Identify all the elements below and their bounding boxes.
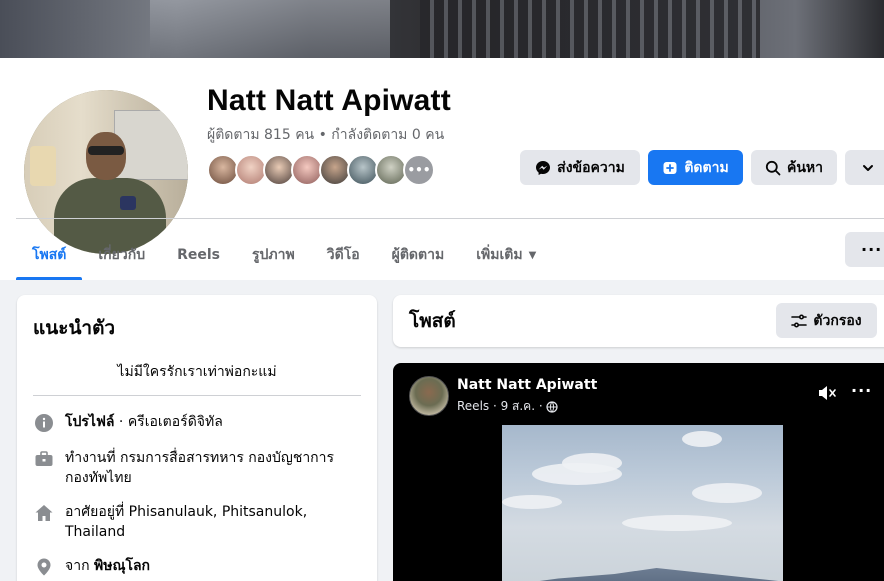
follower-avatar[interactable]: ••• [403, 154, 435, 186]
follow-button-label: ติดตาม [684, 159, 729, 176]
tab-photos[interactable]: รูปภาพ [236, 230, 311, 280]
filter-button[interactable]: ตัวกรอง [776, 303, 877, 338]
briefcase-icon [33, 448, 55, 470]
caret-down-icon: ▼ [528, 249, 537, 261]
tab-more[interactable]: เพิ่มเติม ▼ [460, 230, 552, 280]
tab-followers[interactable]: ผู้ติดตาม [376, 230, 461, 280]
tab-posts[interactable]: โพสต์ [16, 230, 83, 280]
follow-button[interactable]: ติดตาม [648, 150, 743, 185]
filter-icon [791, 313, 808, 328]
intro-title: แนะนำตัว [33, 317, 116, 339]
message-button-label: ส่งข้อความ [557, 159, 625, 176]
info-from: จาก พิษณุโลก [33, 556, 361, 578]
intro-bio: ไม่มีใครรักเราเท่าพ่อกะแม่ [33, 361, 361, 396]
follow-plus-icon [663, 161, 677, 174]
post-author-name[interactable]: Natt Natt Apiwatt [457, 377, 597, 393]
search-button-label: ค้นหา [786, 159, 824, 176]
info-profile-category: · ครีเอเตอร์ดิจิทัล [114, 414, 223, 430]
profile-tabs: โพสต์ เกี่ยวกับ Reels รูปภาพ วิดีโอ ผู้ต… [16, 230, 552, 280]
tab-about[interactable]: เกี่ยวกับ [82, 230, 161, 280]
post-options-icon[interactable]: ··· [851, 381, 872, 400]
info-lives-text: อาศัยอยู่ที่ Phisanulauk, Phitsanulok, T… [65, 504, 308, 540]
info-icon [33, 412, 55, 434]
tab-videos[interactable]: วิดีโอ [311, 230, 376, 280]
search-button[interactable]: ค้นหา [751, 150, 837, 185]
info-profile-label: โปรไฟล์ [65, 414, 115, 430]
messenger-icon [536, 160, 551, 175]
post-author-avatar[interactable] [409, 376, 449, 416]
info-from-place[interactable]: พิษณุโลก [94, 558, 150, 574]
intro-card: แนะนำตัว ไม่มีใครรักเราเท่าพ่อกะแม่ โปรไ… [17, 295, 377, 581]
profile-name: Natt Natt Apiwatt [207, 84, 451, 117]
more-actions-button[interactable] [845, 150, 884, 185]
location-pin-icon [33, 556, 55, 578]
cover-photo[interactable] [0, 0, 884, 58]
info-work: ทำงานที่ กรมการสื่อสารทหาร กองบัญชาการกอ… [33, 448, 361, 488]
home-icon [33, 502, 55, 524]
follower-avatars: ••• [207, 154, 435, 186]
tab-reels[interactable]: Reels [161, 230, 236, 280]
header-divider [16, 218, 884, 219]
reel-post-card[interactable]: Natt Natt Apiwatt Reels · 9 ส.ค. · ··· [393, 363, 884, 581]
message-button[interactable]: ส่งข้อความ [520, 150, 640, 185]
post-meta-text[interactable]: Reels · 9 ส.ค. · [457, 397, 543, 416]
filter-button-label: ตัวกรอง [813, 312, 862, 329]
more-dots-icon: ··· [861, 240, 883, 259]
info-work-text: ทำงานที่ กรมการสื่อสารทหาร กองบัญชาการกอ… [65, 450, 335, 486]
mute-icon [819, 386, 836, 400]
posts-header-card: โพสต์ ตัวกรอง [393, 295, 884, 347]
reel-video[interactable] [502, 425, 783, 581]
followers-count[interactable]: ผู้ติดตาม 815 คน • กำลังติดตาม 0 คน [207, 124, 444, 146]
info-lives: อาศัยอยู่ที่ Phisanulauk, Phitsanulok, T… [33, 502, 361, 542]
post-meta: Reels · 9 ส.ค. · [457, 397, 558, 416]
posts-title: โพสต์ [409, 310, 456, 332]
info-profile: โปรไฟล์ · ครีเอเตอร์ดิจิทัล [33, 412, 361, 434]
more-dots-button[interactable]: ··· [845, 232, 884, 267]
mute-button[interactable] [817, 383, 837, 407]
globe-icon [546, 400, 558, 413]
search-icon [765, 160, 781, 175]
info-from-prefix: จาก [65, 558, 94, 574]
chevron-down-icon [863, 164, 873, 171]
